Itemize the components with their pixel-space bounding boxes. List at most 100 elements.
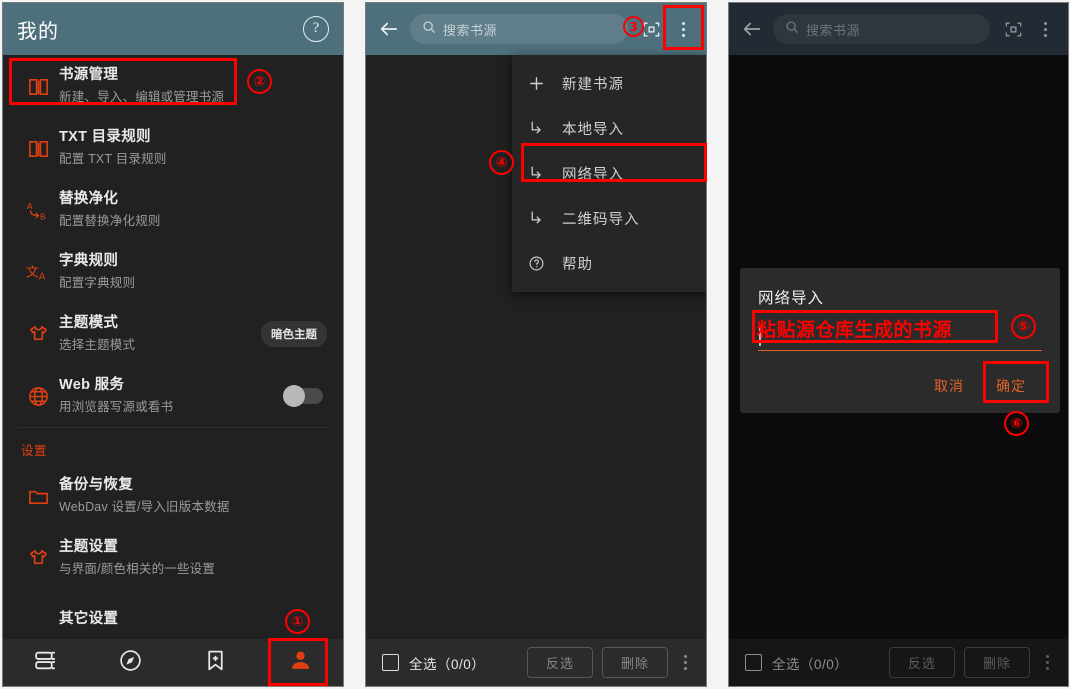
item-title: 书源管理 bbox=[59, 66, 119, 83]
invert-selection-button[interactable]: 反选 bbox=[889, 647, 955, 678]
nav-tab-explore[interactable] bbox=[88, 639, 173, 686]
settings-list[interactable]: 书源管理 新建、导入、编辑或管理书源 TXT 目录规则 配置 TXT 目录规则 bbox=[3, 55, 343, 639]
annotation-circle-step6: ⑥ bbox=[1004, 411, 1029, 436]
item-text: 主题设置 与界面/颜色相关的一些设置 bbox=[59, 537, 331, 579]
kebab-dot bbox=[1043, 27, 1047, 31]
app-bar-search: 搜索书源 bbox=[366, 3, 706, 55]
folder-icon bbox=[17, 485, 59, 508]
kebab-dot bbox=[681, 33, 685, 37]
annotation-circle-step2: ② bbox=[247, 69, 272, 94]
item-title: TXT 目录规则 bbox=[59, 128, 151, 145]
svg-text:B: B bbox=[40, 211, 46, 221]
kebab-dot bbox=[681, 27, 685, 31]
menu-item-qrcode-import[interactable]: 二维码导入 bbox=[512, 196, 706, 241]
app-bar: 我的 ? bbox=[3, 3, 343, 55]
checkbox-unchecked-icon[interactable] bbox=[382, 654, 399, 671]
sidebar-item-txt-toc-rule[interactable]: TXT 目录规则 配置 TXT 目录规则 bbox=[3, 117, 343, 179]
bottom-navigation-bar[interactable] bbox=[3, 639, 343, 686]
kebab-menu-icon[interactable] bbox=[674, 648, 696, 678]
sidebar-item-replace-purify[interactable]: A B 替换净化 配置替换净化规则 bbox=[3, 179, 343, 241]
annotation-step4-label: ④ bbox=[495, 154, 508, 171]
svg-text:A: A bbox=[39, 271, 46, 282]
web-service-toggle[interactable] bbox=[283, 385, 323, 407]
invert-selection-button[interactable]: 反选 bbox=[527, 647, 593, 678]
search-placeholder: 搜索书源 bbox=[806, 22, 861, 38]
selection-toolbar[interactable]: 全选（0/0） 反选 删除 bbox=[366, 639, 706, 686]
item-text: Web 服务 用浏览器写源或看书 bbox=[59, 375, 285, 417]
delete-button[interactable]: 删除 bbox=[964, 647, 1030, 678]
item-subtitle: 选择主题模式 bbox=[59, 337, 136, 352]
phone-screen-network-import-dialog: 搜索书源 网络导入 取消 确定 全选（0/0） 反选 删除 bbox=[728, 2, 1069, 687]
menu-item-help[interactable]: 帮助 bbox=[512, 241, 706, 286]
selection-toolbar[interactable]: 全选（0/0） 反选 删除 bbox=[729, 639, 1068, 686]
bookmark-plus-icon bbox=[203, 648, 228, 678]
svg-text:A: A bbox=[27, 201, 33, 211]
kebab-dot bbox=[1043, 21, 1047, 25]
menu-item-network-import[interactable]: 网络导入 bbox=[512, 151, 706, 196]
sidebar-item-book-source-manage[interactable]: 书源管理 新建、导入、编辑或管理书源 bbox=[3, 55, 343, 117]
screenshot-stage: 我的 ? 书源管理 新建、导入、编辑或管理书源 TXT 目录规则 配置 TXT … bbox=[0, 0, 1070, 689]
item-subtitle: 与界面/颜色相关的一些设置 bbox=[59, 561, 216, 576]
item-title: Web 服务 bbox=[59, 376, 125, 393]
search-input[interactable]: 搜索书源 bbox=[410, 14, 628, 44]
annotation-circle-step3: 3 bbox=[623, 16, 644, 37]
search-icon bbox=[422, 20, 436, 39]
kebab-menu-icon[interactable] bbox=[670, 14, 696, 44]
sidebar-item-theme-mode[interactable]: 主题模式 选择主题模式 暗色主题 bbox=[3, 303, 343, 365]
checkbox-unchecked-icon[interactable] bbox=[745, 654, 762, 671]
annotation-step2-label: ② bbox=[253, 73, 266, 90]
item-title: 主题设置 bbox=[59, 538, 119, 555]
back-arrow-icon[interactable] bbox=[741, 18, 763, 40]
kebab-dot bbox=[1045, 667, 1049, 670]
cancel-button[interactable]: 取消 bbox=[918, 369, 980, 403]
sidebar-item-dictionary-rule[interactable]: 文 A 字典规则 配置字典规则 bbox=[3, 241, 343, 303]
sidebar-item-theme-settings[interactable]: 主题设置 与界面/颜色相关的一些设置 bbox=[3, 527, 343, 589]
item-text: 备份与恢复 WebDav 设置/导入旧版本数据 bbox=[59, 475, 331, 517]
help-circle-icon[interactable]: ? bbox=[303, 16, 329, 42]
menu-item-local-import[interactable]: 本地导入 bbox=[512, 106, 706, 151]
import-arrow-icon bbox=[528, 165, 562, 182]
kebab-menu-icon[interactable] bbox=[1036, 648, 1058, 678]
select-all-label: 全选（0/0） bbox=[409, 656, 486, 672]
menu-item-new-source[interactable]: 新建书源 bbox=[512, 61, 706, 106]
plus-icon bbox=[528, 75, 562, 92]
import-arrow-icon bbox=[528, 120, 562, 137]
item-text: 字典规则 配置字典规则 bbox=[59, 251, 331, 293]
item-subtitle: 配置替换净化规则 bbox=[59, 213, 161, 228]
nav-tab-bookshelf[interactable] bbox=[3, 639, 88, 686]
sidebar-item-web-service[interactable]: Web 服务 用浏览器写源或看书 bbox=[3, 365, 343, 427]
item-text: 书源管理 新建、导入、编辑或管理书源 bbox=[59, 65, 331, 107]
compass-icon bbox=[118, 648, 143, 678]
theme-mode-badge[interactable]: 暗色主题 bbox=[261, 321, 327, 347]
back-arrow-icon[interactable] bbox=[378, 18, 400, 40]
delete-button[interactable]: 删除 bbox=[602, 647, 668, 678]
item-subtitle: 新建、导入、编辑或管理书源 bbox=[59, 89, 225, 104]
search-icon bbox=[785, 20, 799, 39]
item-text: 主题模式 选择主题模式 bbox=[59, 313, 261, 355]
item-subtitle: WebDav 设置/导入旧版本数据 bbox=[59, 499, 230, 514]
menu-item-label: 新建书源 bbox=[562, 77, 624, 93]
kebab-dot bbox=[683, 667, 687, 670]
kebab-menu-icon[interactable] bbox=[1032, 14, 1058, 44]
sidebar-item-backup-restore[interactable]: 备份与恢复 WebDav 设置/导入旧版本数据 bbox=[3, 465, 343, 527]
help-circle-icon bbox=[528, 255, 562, 272]
overflow-menu[interactable]: 新建书源 本地导入 网络导入 二维码导入 帮助 bbox=[512, 55, 706, 292]
qr-scan-icon[interactable] bbox=[1000, 20, 1026, 39]
nav-tab-bookmark[interactable] bbox=[173, 639, 258, 686]
item-subtitle: 配置 TXT 目录规则 bbox=[59, 151, 167, 166]
confirm-button[interactable]: 确定 bbox=[980, 369, 1042, 403]
tshirt-icon bbox=[17, 323, 59, 346]
search-input[interactable]: 搜索书源 bbox=[773, 14, 990, 44]
kebab-dot bbox=[681, 21, 685, 25]
app-bar-search: 搜索书源 bbox=[729, 3, 1068, 55]
annotation-step3-label: 3 bbox=[629, 19, 638, 34]
item-title: 主题模式 bbox=[59, 314, 119, 331]
bookshelf-icon bbox=[33, 648, 58, 678]
annotation-circle-step4: ④ bbox=[489, 150, 514, 175]
svg-text:文: 文 bbox=[26, 266, 39, 281]
kebab-dot bbox=[1045, 655, 1049, 658]
select-all-label: 全选（0/0） bbox=[772, 656, 849, 672]
nav-tab-my[interactable] bbox=[258, 639, 343, 686]
item-subtitle: 用浏览器写源或看书 bbox=[59, 399, 174, 414]
item-title: 字典规则 bbox=[59, 252, 119, 269]
